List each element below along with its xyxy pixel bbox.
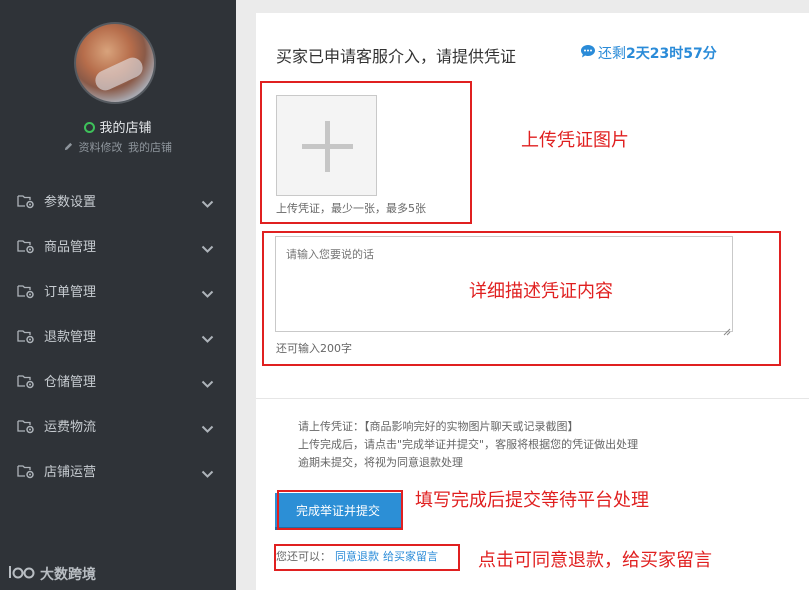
brand-logo-icon [8, 564, 40, 584]
sidebar-menu: 参数设置 商品管理 订单管理 退款管理 仓储管理 运费物流 店铺运营 [0, 178, 236, 493]
chat-bubble-icon [580, 44, 598, 63]
folder-gear-icon [17, 238, 35, 254]
chevron-down-icon [201, 463, 214, 482]
countdown-days: 2天 [626, 46, 650, 62]
avatar[interactable] [74, 22, 156, 104]
countdown-prefix: 还剩 [598, 46, 626, 62]
annotation-upload-photos: 上传凭证图片 [521, 130, 629, 151]
instruction-line: 上传完成后，请点击"完成举证并提交"，客服将根据您的凭证做出处理 [298, 438, 639, 451]
folder-gear-icon [17, 283, 35, 299]
countdown-minutes: 57分 [683, 46, 717, 62]
sidebar-item-refunds[interactable]: 退款管理 [0, 313, 236, 358]
sidebar-item-products[interactable]: 商品管理 [0, 223, 236, 268]
edit-profile-link[interactable]: 资料修改 [79, 141, 123, 154]
sidebar-item-label: 退款管理 [44, 330, 97, 345]
sidebar-item-label: 店铺运营 [44, 465, 97, 480]
my-store-link[interactable]: 我的店铺 [128, 141, 172, 154]
pencil-icon [64, 141, 77, 154]
countdown-timer: 还剩 2天 23时 57分 [580, 43, 717, 63]
annotation-describe-details: 详细描述凭证内容 [469, 281, 613, 302]
annotation-agree-or-message: 点击可同意退款，给买家留言 [478, 550, 712, 571]
sidebar-item-label: 运费物流 [44, 420, 97, 435]
instruction-line: 逾期未提交，将视为同意退款处理 [298, 456, 463, 469]
chevron-down-icon [201, 283, 214, 302]
chevron-down-icon [201, 418, 214, 437]
chevron-down-icon [201, 328, 214, 347]
annotation-box-submit [277, 490, 403, 530]
online-status-icon [84, 122, 96, 133]
store-status[interactable]: 我的店铺 [0, 117, 236, 136]
instructions: 请上传凭证：【商品影响完好的实物图片聊天或记录截图】 上传完成后，请点击"完成举… [298, 418, 638, 472]
chevron-down-icon [201, 373, 214, 392]
sidebar: 我的店铺 资料修改 我的店铺 参数设置 商品管理 订单管理 退款管理 仓储管理 … [0, 0, 236, 590]
instruction-line: 请上传凭证：【商品影响完好的实物图片聊天或记录截图】 [298, 420, 579, 433]
folder-gear-icon [17, 328, 35, 344]
store-label: 我的店铺 [99, 121, 152, 136]
chevron-down-icon [201, 193, 214, 212]
sidebar-item-warehouse[interactable]: 仓储管理 [0, 358, 236, 403]
sidebar-item-shipping[interactable]: 运费物流 [0, 403, 236, 448]
folder-gear-icon [17, 373, 35, 389]
countdown-hours: 23时 [649, 46, 684, 62]
sidebar-item-operations[interactable]: 店铺运营 [0, 448, 236, 493]
sidebar-item-params[interactable]: 参数设置 [0, 178, 236, 223]
sidebar-item-label: 仓储管理 [44, 375, 97, 390]
brand-watermark: 大数跨境 [8, 564, 96, 584]
annotation-box-secondary [274, 544, 460, 571]
folder-gear-icon [17, 193, 35, 209]
annotation-box-upload [260, 81, 472, 224]
sidebar-item-orders[interactable]: 订单管理 [0, 268, 236, 313]
sidebar-item-label: 订单管理 [44, 285, 97, 300]
page-title: 买家已申请客服介入，请提供凭证 [276, 47, 517, 66]
brand-name: 大数跨境 [40, 567, 96, 583]
folder-gear-icon [17, 418, 35, 434]
annotation-submit-wait: 填写完成后提交等待平台处理 [415, 490, 649, 511]
sidebar-item-label: 参数设置 [44, 195, 97, 210]
sidebar-item-label: 商品管理 [44, 240, 97, 255]
divider [256, 398, 809, 399]
chevron-down-icon [201, 238, 214, 257]
folder-gear-icon [17, 463, 35, 479]
profile-links: 资料修改 我的店铺 [0, 139, 236, 155]
